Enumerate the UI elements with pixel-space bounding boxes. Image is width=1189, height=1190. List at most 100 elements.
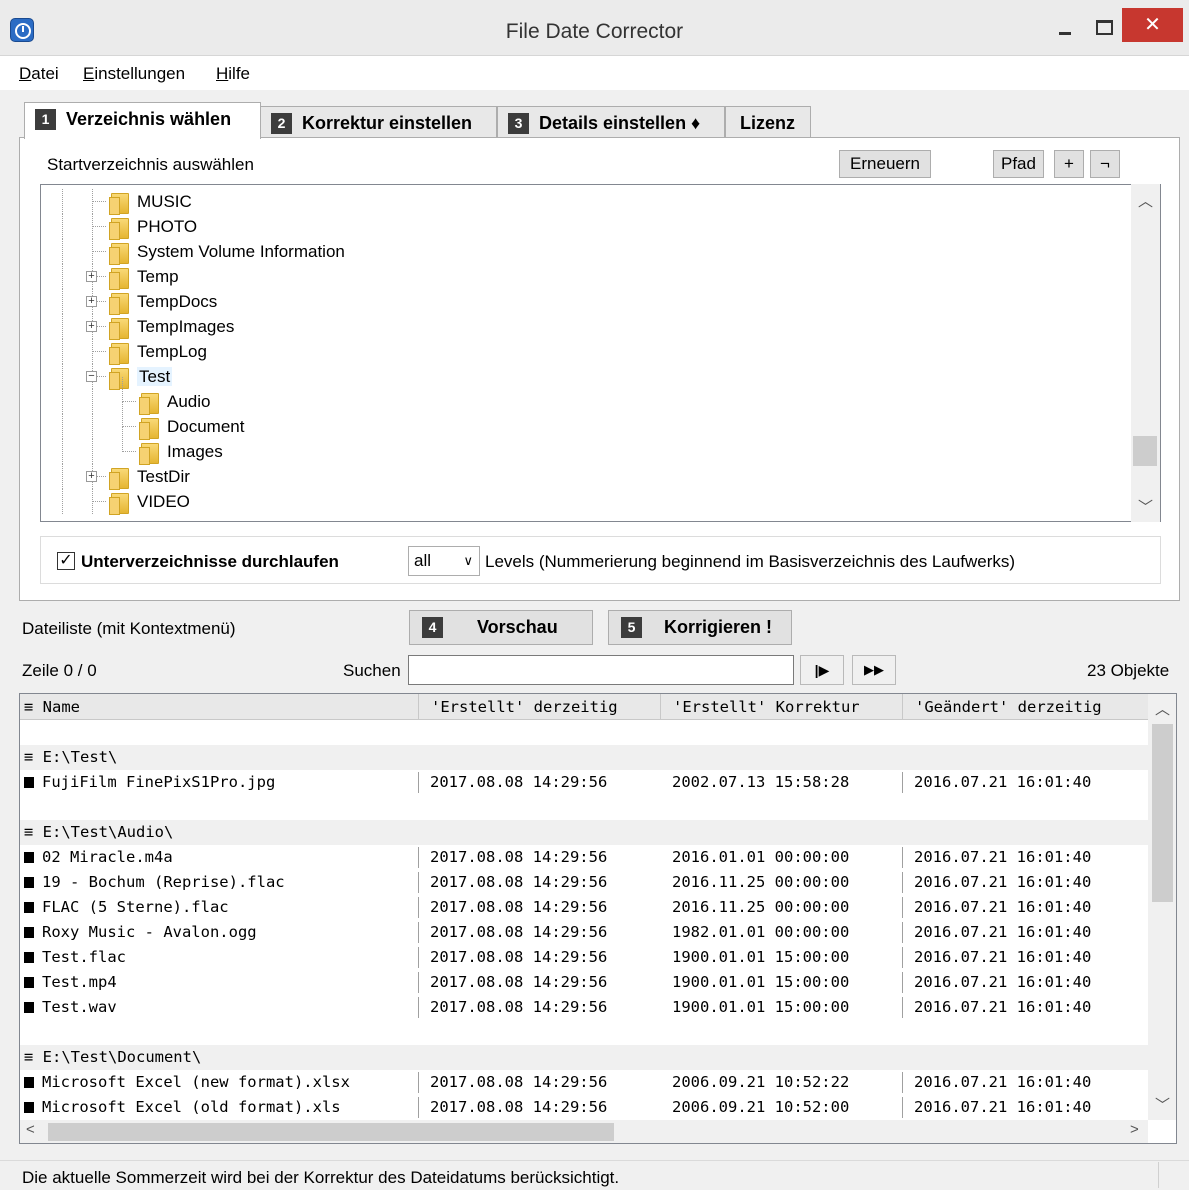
cell-created-current: 2017.08.08 14:29:56 [430, 898, 608, 916]
scroll-down-icon[interactable]: ﹀ [1148, 1094, 1176, 1115]
file-name: Microsoft Excel (old format).xls [42, 1098, 341, 1116]
column-header-created-correction[interactable]: 'Erstellt' Korrektur [660, 694, 900, 720]
group-row[interactable]: ≡ E:\Test\Document\ [20, 1045, 1150, 1070]
table-row[interactable]: Roxy Music - Avalon.ogg 2017.08.08 14:29:… [20, 920, 1150, 945]
tree-item-label: VIDEO [137, 492, 190, 511]
exclude-path-button[interactable]: ¬ [1090, 150, 1120, 178]
scroll-left-icon[interactable]: < [26, 1121, 35, 1138]
tree-item-temp[interactable]: Temp [137, 264, 179, 289]
tree-vertical-scrollbar[interactable]: ︿ ﹀ [1131, 184, 1160, 522]
table-row[interactable]: Test.mp4 2017.08.08 14:29:56 1900.01.01 15… [20, 970, 1150, 995]
tab-lizenz[interactable]: Lizenz [725, 106, 811, 138]
tab-label: Details einstellen ♦ [539, 113, 701, 133]
tree-expand-icon[interactable]: + [86, 296, 97, 307]
preview-button[interactable]: 4 Vorschau [409, 610, 593, 645]
subdirs-label[interactable]: Unterverzeichnisse durchlaufen [81, 552, 339, 572]
spacer-row [20, 795, 1150, 820]
subdirs-checkbox[interactable]: ✓ [57, 552, 75, 570]
correct-button[interactable]: 5 Korrigieren ! [608, 610, 792, 645]
tree-item-tempimages[interactable]: TempImages [137, 314, 234, 339]
folder-icon [139, 391, 159, 415]
tab-verzeichnis-waehlen[interactable]: 1 Verzeichnis wählen [24, 102, 261, 139]
preview-button-label: Vorschau [477, 617, 558, 637]
file-name: Test.mp4 [42, 973, 117, 991]
grid-horizontal-thumb[interactable] [48, 1123, 614, 1141]
group-row[interactable]: ≡ E:\Test\ [20, 745, 1150, 770]
table-row[interactable]: FujiFilm FinePixS1Pro.jpg 2017.08.08 14:2… [20, 770, 1150, 795]
menu-einstellungen[interactable]: Einstellungen [83, 64, 185, 84]
path-button[interactable]: Pfad [993, 150, 1044, 178]
find-all-button[interactable]: ▶▶ [852, 655, 896, 685]
scroll-up-icon[interactable]: ︿ [1148, 698, 1176, 719]
tree-guide-line [62, 239, 63, 264]
grid-vertical-thumb[interactable] [1152, 724, 1173, 902]
tab-details-einstellen[interactable]: 3 Details einstellen ♦ [497, 106, 725, 138]
table-row[interactable]: Test.wav 2017.08.08 14:29:56 1900.01.01 15… [20, 995, 1150, 1020]
add-path-button[interactable]: + [1054, 150, 1084, 178]
search-input[interactable] [408, 655, 794, 685]
scroll-up-icon[interactable]: ︿ [1131, 190, 1160, 211]
table-row[interactable]: 19 - Bochum (Reprise).flac 2017.08.08 14:… [20, 870, 1150, 895]
column-separator [902, 772, 903, 793]
tab-korrektur-einstellen[interactable]: 2 Korrektur einstellen [260, 106, 497, 138]
cell-modified-current: 2016.07.21 16:01:40 [914, 1073, 1092, 1091]
grid-vertical-scrollbar[interactable]: ︿ ﹀ [1148, 694, 1176, 1120]
table-row[interactable]: 02 Miracle.m4a 2017.08.08 14:29:56 2016.01… [20, 845, 1150, 870]
tree-item-templog[interactable]: TempLog [137, 339, 207, 364]
table-row[interactable]: FLAC (5 Sterne).flac 2017.08.08 14:29:56 2… [20, 895, 1150, 920]
tree-expand-icon[interactable]: + [86, 471, 97, 482]
minimize-button[interactable] [1045, 10, 1085, 42]
column-header-modified-current[interactable]: 'Geändert' derzeitig [902, 694, 1150, 720]
column-separator [902, 847, 903, 868]
scroll-right-icon[interactable]: > [1130, 1121, 1139, 1138]
tree-item-system-volume-information[interactable]: System Volume Information [137, 239, 345, 264]
column-header-name[interactable]: ≡ Name [24, 694, 414, 720]
column-separator [902, 1097, 903, 1118]
column-separator [902, 972, 903, 993]
tree-item-photo[interactable]: PHOTO [137, 214, 197, 239]
column-header-created-current[interactable]: 'Erstellt' derzeitig [418, 694, 658, 720]
grid-horizontal-scrollbar[interactable]: < > [20, 1120, 1148, 1143]
tree-item-video[interactable]: VIDEO [137, 489, 190, 514]
table-row[interactable]: Microsoft Excel (old format).xls 2017.08.… [20, 1095, 1150, 1120]
tree-expand-icon[interactable]: + [86, 271, 97, 282]
tree-guide-line [122, 377, 123, 402]
file-grid[interactable]: ≡ Name 'Erstellt' derzeitig 'Erstellt' K… [19, 693, 1177, 1144]
column-separator [418, 897, 419, 918]
table-row[interactable]: Microsoft Excel (new format).xlsx 2017.08… [20, 1070, 1150, 1095]
group-row[interactable]: ≡ E:\Test\Audio\ [20, 820, 1150, 845]
menu-datei[interactable]: Datei [19, 64, 59, 84]
levels-select[interactable]: all ∨ [408, 546, 480, 576]
tree-guide-line [92, 439, 93, 464]
refresh-button[interactable]: Erneuern [839, 150, 931, 178]
tree-item-audio[interactable]: Audio [167, 389, 210, 414]
tree-item-test[interactable]: Test [137, 364, 173, 389]
tree-guide-line [92, 251, 106, 252]
levels-select-value: all [414, 551, 432, 570]
menu-hilfe[interactable]: Hilfe [216, 64, 250, 84]
cell-name: FLAC (5 Sterne).flac [24, 895, 416, 920]
cell-modified-current: 2016.07.21 16:01:40 [914, 873, 1092, 891]
tree-item-testdir[interactable]: TestDir [137, 464, 190, 489]
tree-expand-icon[interactable]: + [86, 321, 97, 332]
tree-item-music[interactable]: MUSIC [137, 189, 192, 214]
tree-item-images[interactable]: Images [167, 439, 223, 464]
cell-created-correction: 1900.01.01 15:00:00 [672, 973, 850, 991]
close-button[interactable]: ✕ [1122, 8, 1183, 42]
cell-modified-current: 2016.07.21 16:01:40 [914, 948, 1092, 966]
cell-modified-current: 2016.07.21 16:01:40 [914, 848, 1092, 866]
scroll-down-icon[interactable]: ﹀ [1131, 496, 1160, 517]
cell-created-current: 2017.08.08 14:29:56 [430, 773, 608, 791]
tree-item-document[interactable]: Document [167, 414, 244, 439]
cell-created-current: 2017.08.08 14:29:56 [430, 848, 608, 866]
maximize-button[interactable] [1085, 10, 1121, 42]
folder-icon [109, 341, 129, 365]
find-next-button[interactable]: |▶ [800, 655, 844, 685]
tree-collapse-icon[interactable]: − [86, 371, 97, 382]
tree-scroll-thumb[interactable] [1133, 436, 1157, 466]
directory-tree[interactable]: MUSIC PHOTO System Volume Information + Temp… [40, 184, 1161, 522]
file-name: Test.flac [42, 948, 126, 966]
table-row[interactable]: Test.flac 2017.08.08 14:29:56 1900.01.01 1… [20, 945, 1150, 970]
tab-label: Verzeichnis wählen [66, 109, 232, 129]
tree-item-tempdocs[interactable]: TempDocs [137, 289, 217, 314]
